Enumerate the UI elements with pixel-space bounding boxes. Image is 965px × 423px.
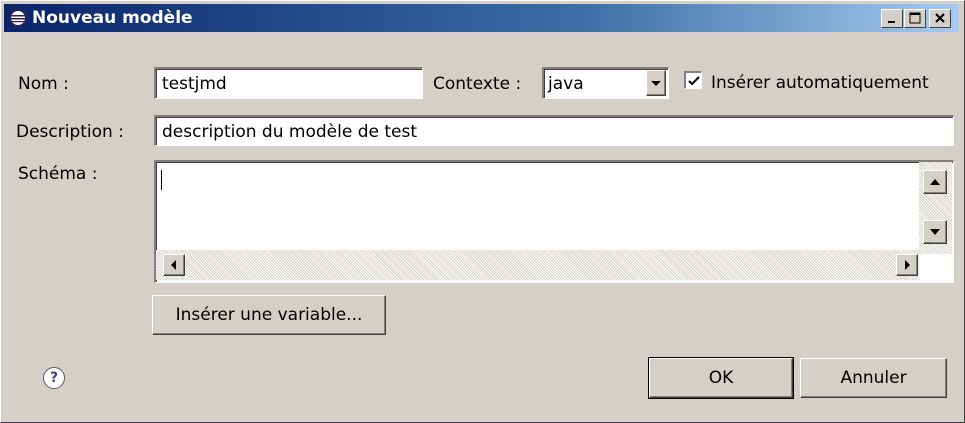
horizontal-scrollbar[interactable] xyxy=(156,250,919,280)
insert-variable-button[interactable]: Insérer une variable... xyxy=(152,295,386,335)
scroll-left-button[interactable] xyxy=(163,254,185,276)
context-select[interactable]: java xyxy=(542,67,669,99)
pattern-label: Schéma : xyxy=(18,164,98,184)
description-input-value: description du modèle de test xyxy=(162,122,417,142)
cancel-label: Annuler xyxy=(840,368,907,388)
arrow-right-icon xyxy=(905,260,910,270)
arrow-left-icon xyxy=(171,260,176,270)
context-select-value: java xyxy=(548,74,584,94)
name-input[interactable]: testjmd xyxy=(154,67,423,99)
dialog-window: Nouveau modèle Nom : testjmd Contexte : … xyxy=(0,0,965,423)
close-icon xyxy=(935,13,945,23)
arrow-up-icon xyxy=(930,179,940,185)
arrow-down-icon xyxy=(930,229,940,235)
chevron-down-icon xyxy=(651,81,661,86)
cancel-button[interactable]: Annuler xyxy=(800,358,947,398)
window-title: Nouveau modèle xyxy=(32,8,193,28)
auto-insert-label[interactable]: Insérer automatiquement xyxy=(711,72,929,94)
title-bar[interactable]: Nouveau modèle xyxy=(4,4,959,32)
maximize-icon xyxy=(909,12,921,24)
eclipse-icon xyxy=(9,9,27,27)
auto-insert-checkbox[interactable] xyxy=(684,71,702,89)
context-label: Contexte : xyxy=(433,74,522,94)
ok-button[interactable]: OK xyxy=(648,357,794,399)
checkmark-icon xyxy=(688,76,700,86)
scroll-down-button[interactable] xyxy=(923,220,947,244)
ok-label: OK xyxy=(708,368,734,388)
context-dropdown-button[interactable] xyxy=(646,70,666,96)
description-label: Description : xyxy=(16,122,124,142)
minimize-icon xyxy=(888,21,895,23)
scroll-right-button[interactable] xyxy=(896,254,918,276)
help-icon[interactable]: ? xyxy=(43,367,65,389)
minimize-button[interactable] xyxy=(881,9,903,28)
maximize-button[interactable] xyxy=(904,9,926,28)
vertical-scrollbar[interactable] xyxy=(919,162,952,254)
text-caret xyxy=(161,170,162,190)
close-button[interactable] xyxy=(929,9,951,28)
scroll-up-button[interactable] xyxy=(923,170,947,194)
name-input-value: testjmd xyxy=(162,74,227,94)
pattern-textarea[interactable] xyxy=(154,160,954,283)
name-label: Nom : xyxy=(18,74,69,94)
insert-variable-label: Insérer une variable... xyxy=(175,305,363,325)
description-input[interactable]: description du modèle de test xyxy=(154,115,954,146)
